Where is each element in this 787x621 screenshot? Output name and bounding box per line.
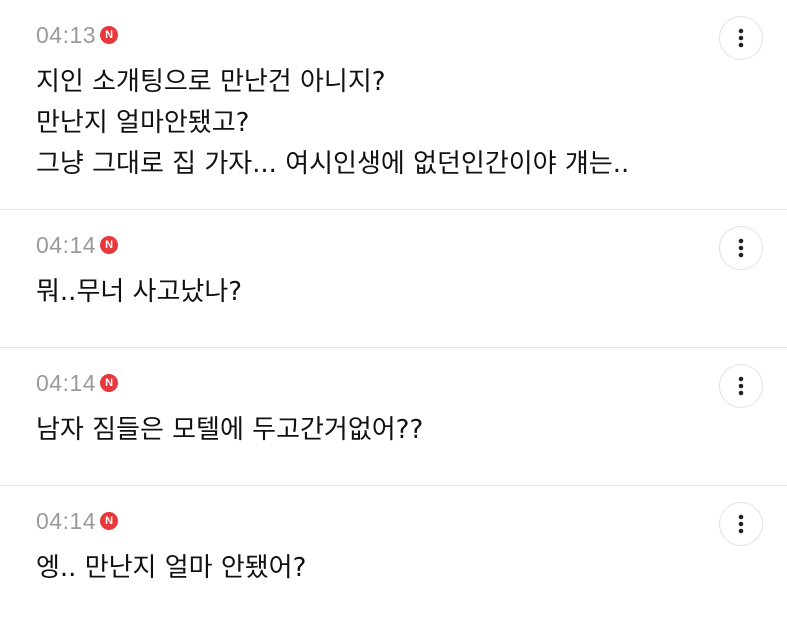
more-vertical-icon [738,376,744,396]
more-vertical-icon [738,28,744,48]
comment-text: 뭐..무너 사고났나? [36,272,697,313]
comment-time: 04:14 [36,231,97,258]
comment-meta: 04:13 N [36,20,119,50]
new-badge-icon: N [100,512,119,530]
comment-line: 그냥 그대로 집 가자... 여시인생에 없던인간이야 걔는.. [36,149,630,179]
comment-meta: 04:14 N [36,368,119,398]
comment-line: 남자 짐들은 모텔에 두고간거없어?? [36,415,424,445]
new-badge-icon: N [100,26,119,44]
comment-meta: 04:14 N [36,506,119,536]
new-badge-icon: N [100,236,119,254]
comment-line: 만난지 얼마안됐고? [36,108,250,138]
more-options-button[interactable] [719,16,763,60]
more-options-button[interactable] [719,364,763,408]
more-options-button[interactable] [719,502,763,546]
comment-meta: 04:14 N [36,230,119,260]
comment-text: 엥.. 만난지 얼마 안됐어? [36,548,697,589]
comment-list: 04:13 N 지인 소개팅으로 만난건 아니지? 만난지 얼마안됐고? 그냥 … [0,0,787,621]
comment-item: 04:14 N 남자 짐들은 모텔에 두고간거없어?? [0,348,787,486]
new-badge-icon: N [100,374,119,392]
comment-time: 04:14 [36,507,97,534]
more-options-button[interactable] [719,226,763,270]
more-vertical-icon [738,238,744,258]
comment-line: 엥.. 만난지 얼마 안됐어? [36,553,307,583]
comment-text: 지인 소개팅으로 만난건 아니지? 만난지 얼마안됐고? 그냥 그대로 집 가자… [36,62,697,185]
comment-item: 04:13 N 지인 소개팅으로 만난건 아니지? 만난지 얼마안됐고? 그냥 … [0,0,787,210]
comment-time: 04:13 [36,21,97,48]
comment-item: 04:14 N 엥.. 만난지 얼마 안됐어? [0,486,787,621]
comment-text: 남자 짐들은 모텔에 두고간거없어?? [36,410,697,451]
comment-time: 04:14 [36,369,97,396]
comment-item: 04:14 N 뭐..무너 사고났나? [0,210,787,348]
more-vertical-icon [738,514,744,534]
comment-line: 뭐..무너 사고났나? [36,277,243,307]
comment-line: 지인 소개팅으로 만난건 아니지? [36,67,386,97]
